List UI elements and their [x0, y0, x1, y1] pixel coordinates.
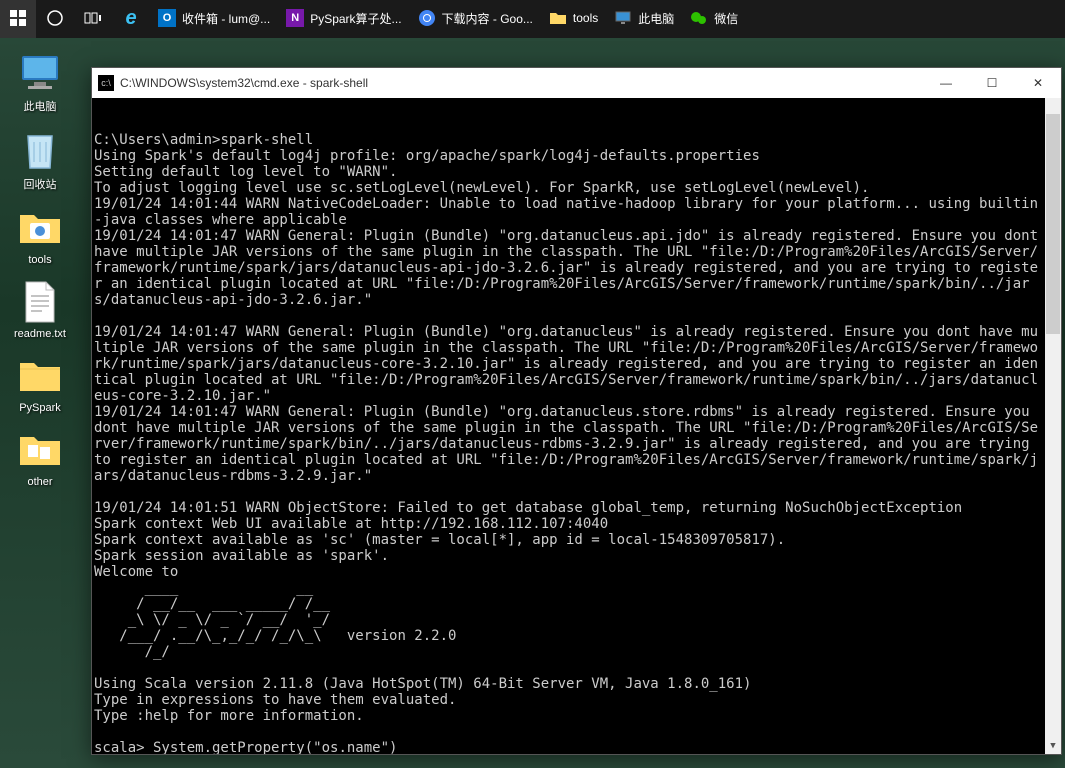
command: spark-shell [220, 132, 313, 148]
desktop-icon-other[interactable]: other [2, 428, 78, 488]
txt-icon [18, 280, 62, 324]
terminal-line: Spark context Web UI available at http:/… [94, 516, 608, 532]
taskbar-outlook[interactable]: O 收件箱 - lum@... [150, 0, 278, 38]
minimize-button[interactable]: — [923, 68, 969, 98]
folder-icon [18, 354, 62, 398]
terminal-line: Spark context available as 'sc' (master … [94, 532, 785, 548]
terminal-line: 19/01/24 14:01:47 WARN General: Plugin (… [94, 228, 1046, 308]
prompt: C:\Users\admin> [94, 132, 220, 148]
terminal-line: 19/01/24 14:01:47 WARN General: Plugin (… [94, 404, 1038, 484]
cmd-icon: c:\ [98, 75, 114, 91]
circle-icon [46, 9, 64, 27]
folder-icon [549, 9, 567, 27]
desktop-label: 回收站 [24, 176, 57, 192]
taskbar: e O 收件箱 - lum@... N PySpark算子处... 下载内容 -… [0, 0, 1065, 38]
windows-icon [10, 10, 26, 26]
taskbar-onenote[interactable]: N PySpark算子处... [278, 0, 409, 38]
cortana-button[interactable] [36, 0, 74, 38]
wechat-icon [690, 9, 708, 27]
terminal-body[interactable]: C:\Users\admin>spark-shell Using Spark's… [92, 98, 1061, 754]
desktop-icon-tools[interactable]: tools [2, 206, 78, 266]
scroll-down-button[interactable]: ▼ [1045, 738, 1061, 754]
terminal-line: 19/01/24 14:01:51 WARN ObjectStore: Fail… [94, 500, 962, 516]
taskbar-pc[interactable]: 此电脑 [606, 0, 682, 38]
terminal-line: Spark session available as 'spark'. [94, 548, 389, 564]
terminal-line: 19/01/24 14:01:44 WARN NativeCodeLoader:… [94, 196, 1038, 228]
terminal-line: Type :help for more information. [94, 708, 364, 724]
desktop-label: other [27, 476, 52, 488]
chrome-icon [418, 9, 436, 27]
taskbar-label: PySpark算子处... [310, 10, 401, 27]
desktop-label: PySpark [19, 402, 61, 414]
terminal-line: Using Spark's default log4j profile: org… [94, 148, 760, 164]
desktop-label: tools [28, 254, 51, 266]
taskbar-folder[interactable]: tools [541, 0, 606, 38]
terminal-line: Using Scala version 2.11.8 (Java HotSpot… [94, 676, 751, 692]
pc-icon [18, 50, 62, 94]
taskbar-label: 此电脑 [638, 10, 674, 27]
ie-icon: e [122, 9, 140, 27]
start-button[interactable] [0, 0, 36, 38]
terminal-window: c:\ C:\WINDOWS\system32\cmd.exe - spark-… [91, 67, 1062, 755]
terminal-line: 19/01/24 14:01:47 WARN General: Plugin (… [94, 324, 1038, 404]
desktop-label: readme.txt [14, 328, 66, 340]
desktop-icon-pc[interactable]: 此电脑 [2, 50, 78, 114]
terminal-line: Welcome to [94, 564, 178, 580]
scroll-thumb[interactable] [1046, 114, 1060, 334]
recycle-icon [18, 128, 62, 172]
maximize-button[interactable]: ☐ [969, 68, 1015, 98]
desktop-icon-pyspark[interactable]: PySpark [2, 354, 78, 414]
terminal-line: To adjust logging level use sc.setLogLev… [94, 180, 869, 196]
taskbar-label: 下载内容 - Goo... [442, 10, 533, 27]
taskbar-label: 微信 [714, 10, 738, 27]
ie-button[interactable]: e [112, 0, 150, 38]
taskbar-label: 收件箱 - lum@... [182, 10, 270, 27]
taskview-icon [84, 10, 102, 26]
window-title: C:\WINDOWS\system32\cmd.exe - spark-shel… [120, 76, 368, 90]
terminal-content: C:\Users\admin>spark-shell Using Spark's… [94, 132, 1061, 754]
scala-prompt: scala> [94, 740, 145, 754]
folder-icon [18, 428, 62, 472]
titlebar[interactable]: c:\ C:\WINDOWS\system32\cmd.exe - spark-… [92, 68, 1061, 98]
desktop-icon-readme[interactable]: readme.txt [2, 280, 78, 340]
scrollbar[interactable]: ▲ ▼ [1045, 98, 1061, 754]
desktop-icon-recycle[interactable]: 回收站 [2, 128, 78, 192]
desktop-icons: 此电脑 回收站 tools readme.txt PySpark other [0, 50, 80, 488]
terminal-line: Setting default log level to "WARN". [94, 164, 397, 180]
taskbar-wechat[interactable]: 微信 [682, 0, 746, 38]
spark-ascii: ____ __ / __/__ ___ _____/ /__ _\ \/ _ \… [94, 580, 456, 660]
outlook-icon: O [158, 9, 176, 27]
taskbar-label: tools [573, 11, 598, 25]
desktop-label: 此电脑 [24, 98, 57, 114]
close-button[interactable]: ✕ [1015, 68, 1061, 98]
onenote-icon: N [286, 9, 304, 27]
pc-icon [614, 9, 632, 27]
folder-icon [18, 206, 62, 250]
scroll-track[interactable] [1045, 114, 1061, 738]
taskbar-chrome[interactable]: 下载内容 - Goo... [410, 0, 541, 38]
taskview-button[interactable] [74, 0, 112, 38]
scala-cmd: System.getProperty("os.name") [145, 740, 398, 754]
terminal-line: Type in expressions to have them evaluat… [94, 692, 456, 708]
